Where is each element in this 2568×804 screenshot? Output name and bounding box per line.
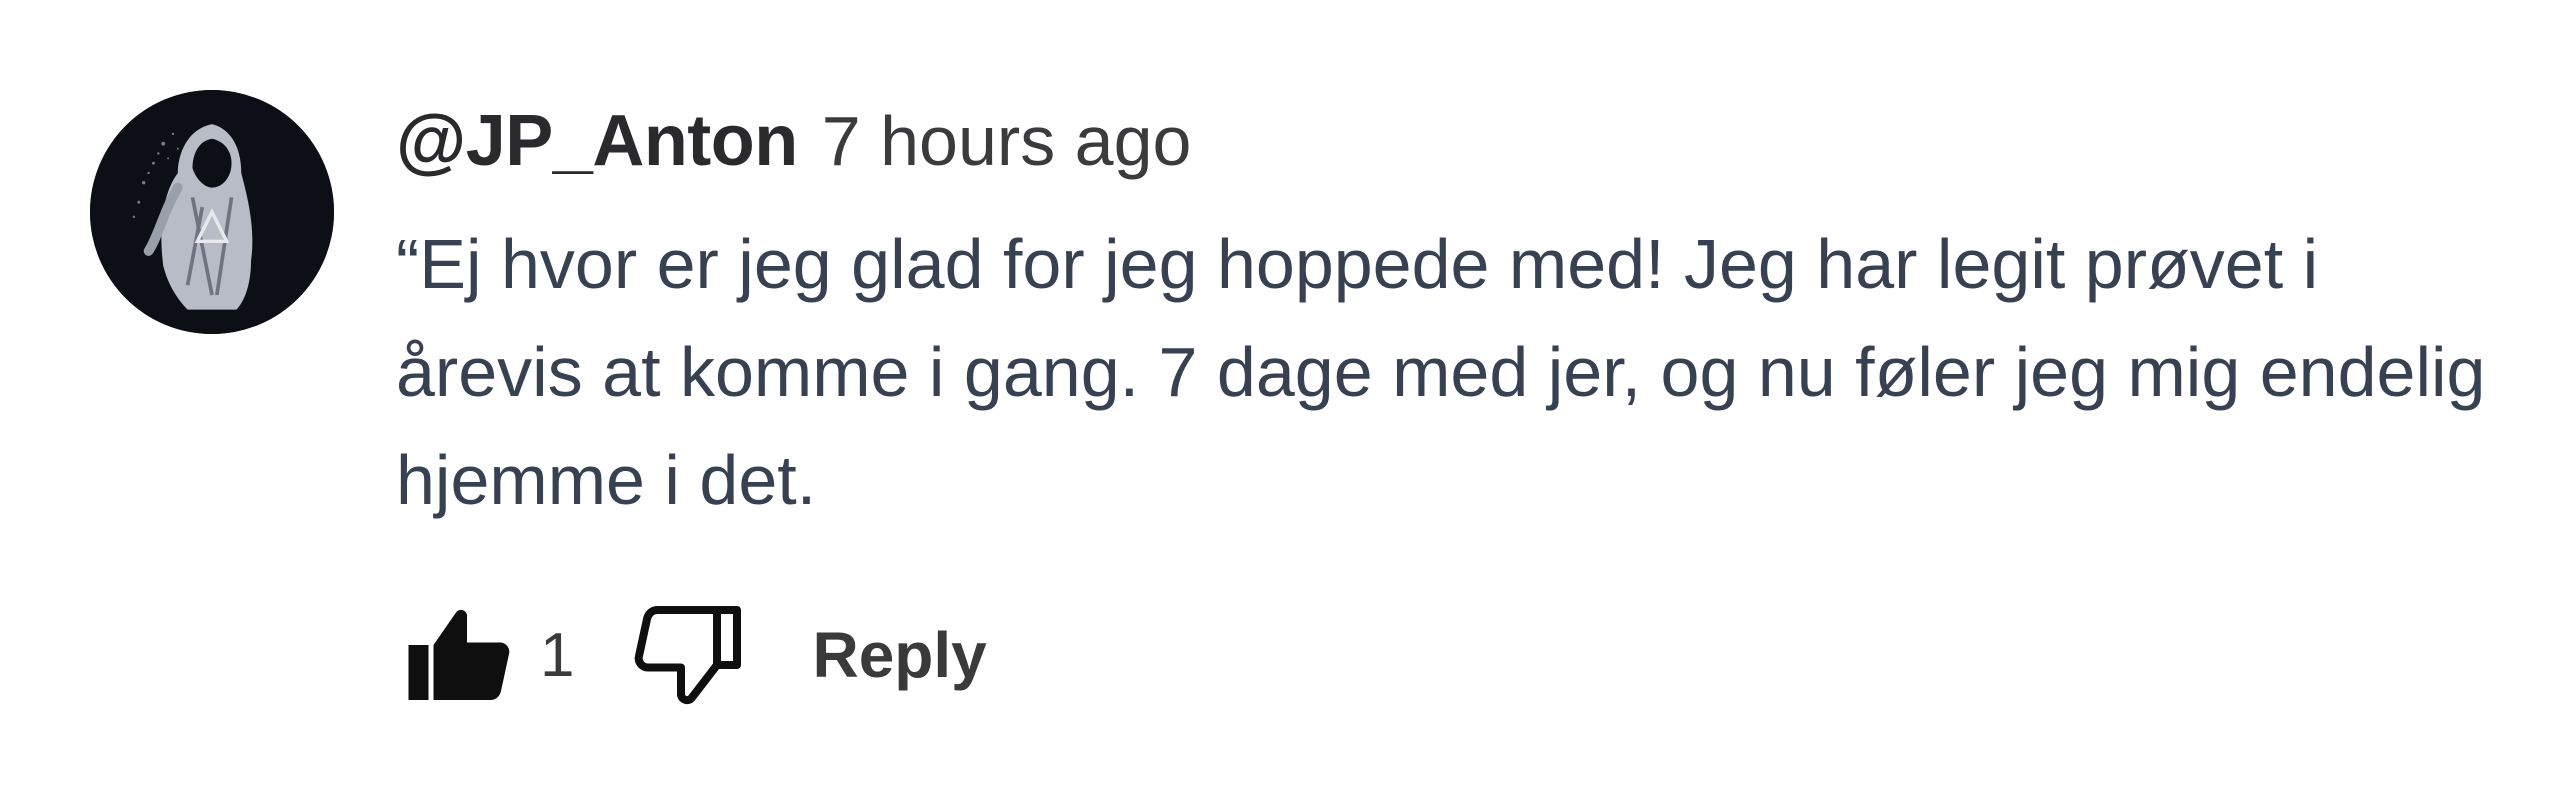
thumbs-down-outline-icon	[635, 606, 742, 705]
reply-button[interactable]: Reply	[812, 618, 986, 692]
comment-actions: 1 Reply	[396, 590, 987, 720]
comment: @JP_Anton 7 hours ago “Ej hvor er jeg gl…	[0, 0, 2568, 804]
timestamp[interactable]: 7 hours ago	[822, 101, 1192, 181]
comment-text: “Ej hvor er jeg glad for jeg hoppede med…	[396, 225, 2486, 519]
like-count: 1	[540, 620, 575, 690]
thumbs-up-filled-icon	[408, 609, 510, 700]
comment-header: @JP_Anton 7 hours ago	[396, 100, 2516, 210]
like-button[interactable]	[396, 590, 526, 720]
username[interactable]: @JP_Anton	[396, 100, 798, 182]
hooded-figure-avatar	[90, 90, 334, 334]
comment-body: @JP_Anton 7 hours ago “Ej hvor er jeg gl…	[396, 100, 2516, 534]
avatar[interactable]	[90, 90, 334, 334]
dislike-button[interactable]	[622, 590, 752, 720]
